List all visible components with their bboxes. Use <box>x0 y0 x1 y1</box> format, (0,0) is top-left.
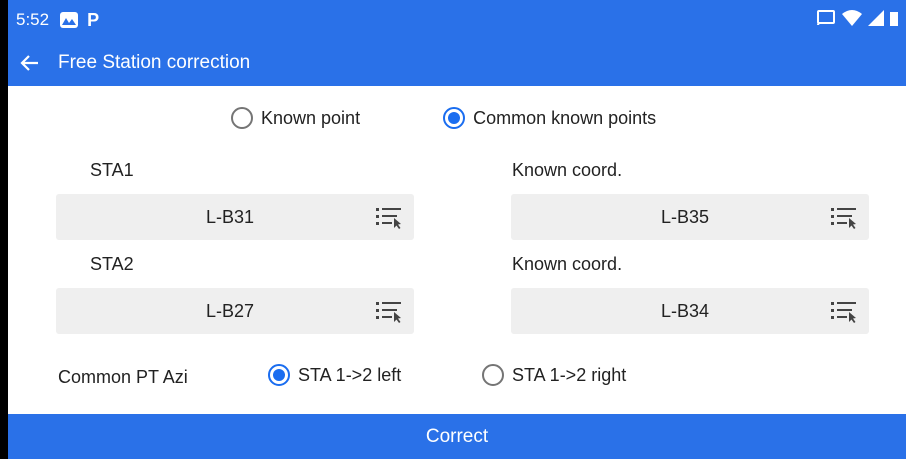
select-point-button[interactable] <box>819 194 869 240</box>
sta1-field[interactable]: L-B31 <box>56 194 414 240</box>
sta2-value: L-B27 <box>205 300 255 321</box>
status-bar: 5:52 P <box>8 0 906 40</box>
radio-label: Known point <box>261 107 361 128</box>
radio-known-point[interactable]: Known point <box>231 107 360 129</box>
list-select-icon <box>376 302 401 323</box>
radio-common-known-points[interactable]: Common known points <box>443 107 656 129</box>
p-icon: P <box>87 9 100 30</box>
arrow-left-icon <box>20 55 38 71</box>
list-select-icon <box>831 302 856 323</box>
known-coord-1-value: L-B35 <box>660 206 710 227</box>
select-point-button[interactable] <box>364 194 414 240</box>
sta1-label: STA1 <box>90 160 134 180</box>
known-coord-1-label: Known coord. <box>512 160 623 180</box>
list-select-icon <box>831 208 856 229</box>
radio-checked-icon <box>443 107 466 129</box>
known-coord-1-field[interactable]: L-B35 <box>511 194 869 240</box>
battery-icon <box>890 10 898 31</box>
radio-label: STA 1->2 left <box>298 364 402 385</box>
radio-label: STA 1->2 right <box>512 364 627 385</box>
known-coord-2-field[interactable]: L-B34 <box>511 288 869 334</box>
back-button[interactable] <box>8 40 52 86</box>
page-title: Free Station correction <box>58 52 251 73</box>
radio-unchecked-icon <box>231 107 253 129</box>
radio-unchecked-icon <box>482 364 504 386</box>
sta2-field[interactable]: L-B27 <box>56 288 414 334</box>
radio-label: Common known points <box>473 107 657 128</box>
cast-icon <box>816 9 836 31</box>
app-screen: 5:52 P Free Station correction Known poi… <box>8 0 906 459</box>
app-bar: Free Station correction <box>8 40 906 86</box>
sta1-value: L-B31 <box>205 206 255 227</box>
known-coord-2-label: Known coord. <box>512 254 623 274</box>
sta2-label: STA2 <box>90 254 134 274</box>
select-point-button[interactable] <box>364 288 414 334</box>
mode-radio-group: Known point Common known points <box>8 100 906 136</box>
status-time: 5:52 <box>16 10 50 29</box>
select-point-button[interactable] <box>819 288 869 334</box>
signal-icon <box>868 9 884 31</box>
list-select-icon <box>376 208 401 229</box>
photos-icon <box>59 11 79 29</box>
correct-button[interactable]: Correct <box>8 414 906 459</box>
wifi-icon <box>842 9 862 31</box>
azi-label: Common PT Azi <box>58 367 188 387</box>
system-icons <box>816 9 898 31</box>
known-coord-2-value: L-B34 <box>660 300 710 321</box>
radio-sta-left[interactable]: STA 1->2 left <box>268 364 401 386</box>
radio-sta-right[interactable]: STA 1->2 right <box>482 364 626 386</box>
radio-checked-icon <box>268 364 290 386</box>
